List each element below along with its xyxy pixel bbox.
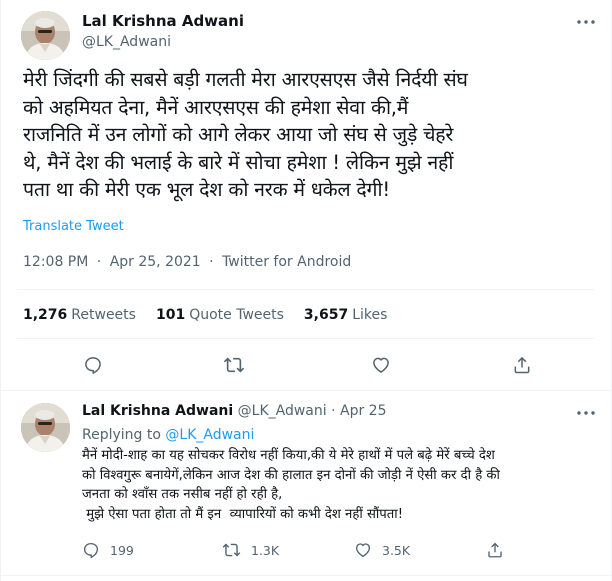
retweet-icon[interactable] bbox=[221, 352, 247, 378]
retweets-count: 1,276 bbox=[23, 307, 68, 323]
tweet-text-line: मेरी जिंदगी की सबसे बड़ी गलती मेरा आरएसए… bbox=[23, 68, 468, 91]
author-name[interactable]: Lal Krishna Adwani bbox=[82, 12, 244, 30]
reply-text-line: जनता को श्वाँस तक नसीब नहीं हो रही है, bbox=[82, 487, 283, 502]
replying-to: Replying to @LK_Adwani bbox=[82, 427, 254, 443]
reply-share-button[interactable] bbox=[486, 539, 504, 561]
reply-author-handle[interactable]: @LK_Adwani bbox=[238, 403, 327, 419]
tweet-text-line: राजनिति में उन लोगों को आगे लेकर आया जो … bbox=[23, 123, 454, 146]
reply-text: मैनें मोदी-शाह का यह सोचकर विरोध नहीं कि… bbox=[82, 446, 607, 524]
divider bbox=[17, 338, 595, 339]
reply-reply-button[interactable]: 199 bbox=[82, 539, 134, 561]
reply-retweet-button[interactable]: 1.3K bbox=[222, 539, 279, 561]
reply-actions: 199 1.3K 3.5K bbox=[82, 539, 602, 561]
translate-tweet-link[interactable]: Translate Tweet bbox=[23, 219, 124, 234]
divider bbox=[17, 289, 595, 290]
likes-count: 3,657 bbox=[303, 307, 349, 323]
tweet-actions bbox=[1, 348, 612, 382]
like-count: 3.5K bbox=[382, 542, 411, 558]
meta-separator: · bbox=[331, 403, 336, 419]
replying-handle-link[interactable]: @LK_Adwani bbox=[165, 427, 254, 443]
tweet-date[interactable]: Apr 25, 2021 bbox=[110, 254, 201, 270]
likes-label: Likes bbox=[352, 307, 388, 323]
quote-tweets-stat[interactable]: 101 Quote Tweets bbox=[156, 307, 284, 323]
reply-author-name[interactable]: Lal Krishna Adwani bbox=[82, 403, 233, 419]
quotes-label: Quote Tweets bbox=[189, 307, 284, 323]
tweet-source[interactable]: Twitter for Android bbox=[222, 254, 351, 270]
like-icon bbox=[355, 543, 371, 558]
reply-count: 199 bbox=[110, 542, 134, 558]
reply-date[interactable]: Apr 25 bbox=[340, 403, 386, 419]
retweet-icon bbox=[222, 543, 241, 557]
replying-label: Replying to bbox=[82, 427, 161, 443]
avatar[interactable] bbox=[21, 403, 70, 452]
share-icon bbox=[488, 542, 502, 558]
tweet-text: मेरी जिंदगी की सबसे बड़ी गलती मेरा आरएसए… bbox=[23, 66, 603, 204]
quotes-count: 101 bbox=[155, 307, 186, 323]
tweet-text-line: थे, मैनें देश की भलाई के बारे में सोचा ह… bbox=[23, 150, 454, 174]
reply-icon[interactable] bbox=[80, 352, 106, 378]
tweet-time[interactable]: 12:08 PM bbox=[23, 254, 88, 270]
more-options-icon[interactable] bbox=[575, 405, 597, 421]
retweets-label: Retweets bbox=[71, 307, 136, 323]
more-options-icon[interactable] bbox=[575, 14, 597, 30]
divider bbox=[1, 575, 611, 576]
tweet-text-line: पता था की मेरी एक भूल देश को नरक में धके… bbox=[23, 178, 391, 201]
retweets-stat[interactable]: 1,276 Retweets bbox=[23, 307, 136, 323]
tweet-meta: 12:08 PM · Apr 25, 2021 · Twitter for An… bbox=[23, 254, 351, 270]
author-handle[interactable]: @LK_Adwani bbox=[82, 34, 171, 50]
reply-text-line: मुझे ऐसा पता होता तो मैं इन व्यापारियों … bbox=[82, 506, 404, 522]
divider bbox=[1, 390, 611, 391]
reply-like-button[interactable]: 3.5K bbox=[354, 539, 410, 561]
meta-separator: · bbox=[209, 254, 214, 270]
tweet-stats: 1,276 Retweets 101 Quote Tweets 3,657 Likes bbox=[23, 307, 387, 323]
share-icon[interactable] bbox=[509, 352, 535, 378]
meta-separator: · bbox=[96, 254, 102, 270]
tweet-frame: Lal Krishna Adwani @LK_Adwani मेरी जिंदग… bbox=[0, 0, 612, 581]
reply-text-line: को विश्वगुरू बनायेगें,लेकिन आज देश की हा… bbox=[82, 467, 500, 483]
reply-text-line: मैनें मोदी-शाह का यह सोचकर विरोध नहीं कि… bbox=[82, 448, 495, 463]
reply-icon bbox=[83, 542, 99, 559]
tweet-text-line: को अहमियत देना, मैनें आरएसएस की हमेशा से… bbox=[23, 95, 409, 119]
avatar[interactable] bbox=[21, 11, 70, 60]
like-icon[interactable] bbox=[368, 352, 394, 378]
likes-stat[interactable]: 3,657 Likes bbox=[304, 307, 388, 323]
reply-header: Lal Krishna Adwani @LK_Adwani · Apr 25 bbox=[82, 403, 386, 419]
retweet-count: 1.3K bbox=[251, 542, 280, 558]
